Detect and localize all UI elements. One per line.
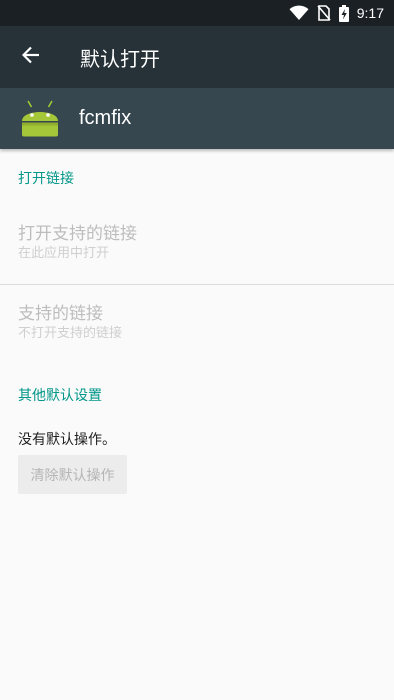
toolbar: 默认打开 — [0, 26, 394, 88]
wifi-icon — [289, 5, 309, 21]
divider — [0, 284, 394, 285]
open-supported-links-title: 打开支持的链接 — [18, 224, 137, 244]
status-time: 9:17 — [356, 5, 384, 21]
app-header: fcmfix — [0, 88, 394, 149]
open-supported-links-summary: 在此应用中打开 — [18, 246, 110, 261]
supported-links-item[interactable]: 支持的链接 不打开支持的链接 — [18, 303, 122, 343]
section-header-open-links: 打开链接 — [18, 171, 74, 187]
supported-links-summary: 不打开支持的链接 — [18, 326, 123, 341]
back-button[interactable] — [0, 26, 62, 88]
supported-links-title: 支持的链接 — [18, 304, 103, 324]
open-supported-links-item[interactable]: 打开支持的链接 在此应用中打开 — [18, 223, 137, 263]
section-header-other-defaults: 其他默认设置 — [18, 388, 102, 404]
clear-defaults-button[interactable]: 清除默认操作 — [18, 455, 127, 494]
page-title: 默认打开 — [80, 46, 160, 71]
status-bar: 9:17 — [0, 0, 394, 26]
app-name: fcmfix — [79, 107, 132, 129]
no-default-actions-text: 没有默认操作。 — [18, 432, 116, 448]
no-sim-icon — [317, 5, 331, 21]
android-icon — [20, 99, 60, 139]
arrow-left-icon — [21, 46, 40, 68]
battery-charging-icon — [338, 4, 349, 22]
